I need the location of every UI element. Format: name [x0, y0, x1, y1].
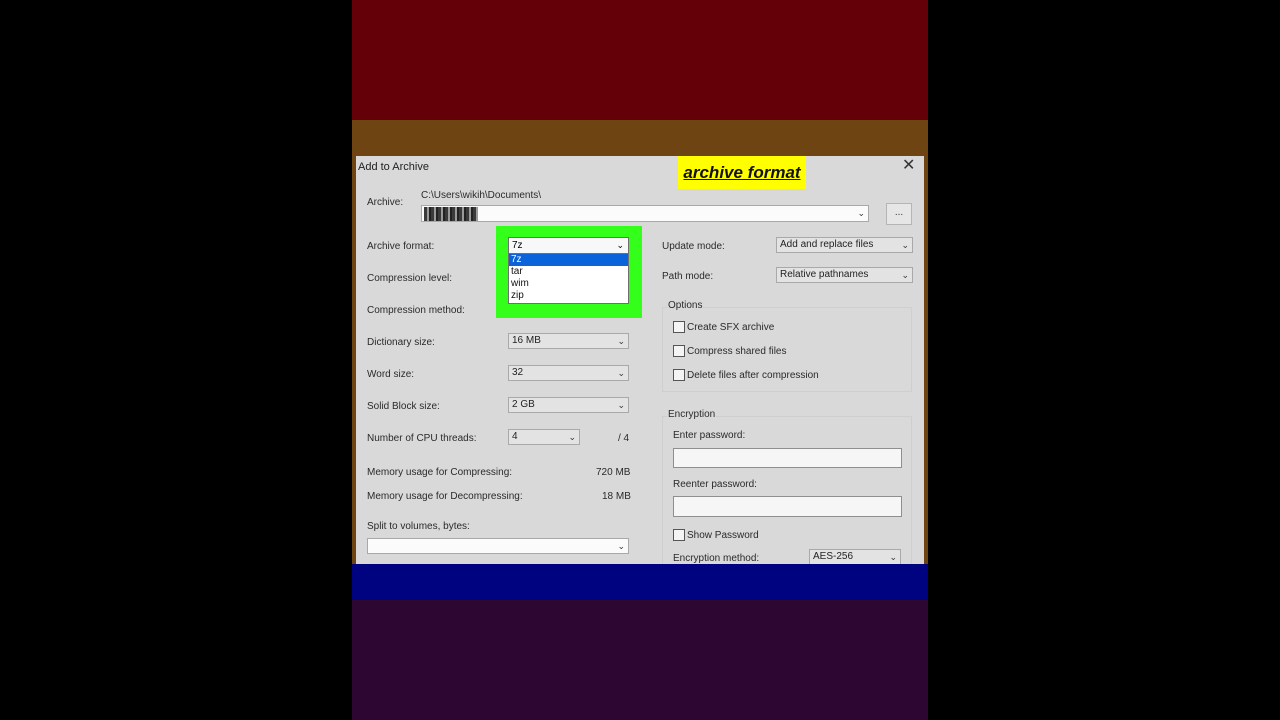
enter-password-label: Enter password: [673, 430, 746, 441]
mem-compress-value: 720 MB [596, 467, 631, 478]
chevron-down-icon: ⌄ [889, 552, 897, 562]
chevron-down-icon: ⌄ [901, 270, 909, 280]
cpu-threads-select[interactable]: 4 ⌄ [508, 429, 580, 445]
archive-path: C:\Users\wikih\Documents\ [421, 190, 542, 201]
cpu-threads-max: / 4 [618, 433, 630, 444]
update-mode-value: Add and replace files [780, 239, 874, 250]
create-sfx-checkbox[interactable] [673, 321, 685, 333]
encryption-title: Encryption [667, 409, 717, 420]
browse-button[interactable]: ... [886, 203, 912, 225]
split-volumes-label: Split to volumes, bytes: [367, 521, 470, 532]
solid-block-size-select[interactable]: 2 GB ⌄ [508, 397, 629, 413]
cpu-threads-label: Number of CPU threads: [367, 433, 477, 444]
solid-block-size-value: 2 GB [512, 399, 535, 410]
archive-format-dropdown: 7z tar wim zip [508, 253, 629, 304]
format-option-wim[interactable]: wim [509, 278, 628, 290]
redacted-filename [424, 207, 478, 221]
dictionary-size-label: Dictionary size: [367, 337, 435, 348]
archive-format-value: 7z [512, 240, 523, 251]
options-title: Options [667, 300, 704, 311]
path-mode-value: Relative pathnames [780, 269, 869, 280]
mem-decompress-label: Memory usage for Decompressing: [367, 491, 523, 502]
right-edge-fill [924, 156, 928, 564]
chevron-down-icon: ⌄ [616, 240, 624, 250]
delete-after-checkbox[interactable] [673, 369, 685, 381]
chevron-down-icon: ⌄ [617, 541, 625, 551]
path-mode-label: Path mode: [662, 271, 714, 282]
encryption-method-label: Encryption method: [673, 553, 760, 564]
encryption-method-select[interactable]: AES-256 ⌄ [809, 549, 901, 564]
update-mode-label: Update mode: [662, 241, 725, 252]
chevron-down-icon: ⌄ [617, 368, 625, 378]
split-volumes-combo[interactable]: ⌄ [367, 538, 629, 554]
dictionary-size-select[interactable]: 16 MB ⌄ [508, 333, 629, 349]
add-to-archive-dialog: Add to Archive ✕ archive format Archive:… [356, 156, 924, 564]
show-password-label: Show Password [687, 530, 759, 541]
encryption-method-value: AES-256 [813, 551, 854, 562]
cpu-threads-value: 4 [512, 431, 518, 442]
annotation-badge: archive format [678, 156, 806, 189]
mem-compress-label: Memory usage for Compressing: [367, 467, 513, 478]
blue-band [352, 564, 928, 600]
compression-level-label: Compression level: [367, 273, 453, 284]
annotation-text: archive format [683, 162, 801, 182]
compress-shared-label: Compress shared files [687, 346, 787, 357]
format-option-zip[interactable]: zip [509, 290, 628, 302]
enter-password-input[interactable] [673, 448, 902, 468]
path-mode-select[interactable]: Relative pathnames ⌄ [776, 267, 913, 283]
compression-method-label: Compression method: [367, 305, 465, 316]
archive-format-select[interactable]: 7z ⌄ [508, 237, 629, 254]
chevron-down-icon: ⌄ [617, 336, 625, 346]
word-size-label: Word size: [367, 369, 415, 380]
reenter-password-input[interactable] [673, 496, 902, 517]
mem-decompress-value: 18 MB [602, 491, 631, 502]
solid-block-size-label: Solid Block size: [367, 401, 440, 412]
top-band [352, 0, 928, 120]
word-size-value: 32 [512, 367, 524, 378]
bottom-band [352, 600, 928, 720]
compress-shared-checkbox[interactable] [673, 345, 685, 357]
update-mode-select[interactable]: Add and replace files ⌄ [776, 237, 913, 253]
format-option-7z[interactable]: 7z [509, 254, 628, 266]
chevron-down-icon: ⌄ [568, 432, 576, 442]
show-password-checkbox[interactable] [673, 529, 685, 541]
chevron-down-icon: ⌄ [617, 400, 625, 410]
word-size-select[interactable]: 32 ⌄ [508, 365, 629, 381]
chevron-down-icon: ⌄ [901, 240, 909, 250]
dialog-title: Add to Archive [358, 161, 429, 173]
chevron-down-icon: ⌄ [857, 208, 865, 218]
dictionary-size-value: 16 MB [512, 335, 541, 346]
delete-after-label: Delete files after compression [687, 370, 819, 381]
close-icon[interactable]: ✕ [902, 157, 915, 175]
reenter-password-label: Reenter password: [673, 479, 757, 490]
create-sfx-label: Create SFX archive [687, 322, 775, 333]
archive-name-combo[interactable]: ⌄ [421, 205, 869, 222]
archive-format-label: Archive format: [367, 241, 435, 252]
format-option-tar[interactable]: tar [509, 266, 628, 278]
brown-band [352, 120, 928, 156]
archive-label: Archive: [367, 197, 404, 208]
